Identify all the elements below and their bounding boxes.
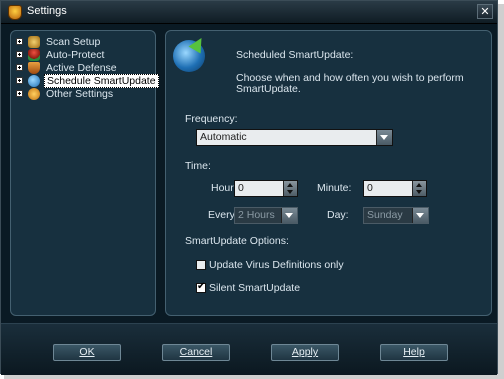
minute-stepper[interactable]: 0	[363, 180, 427, 197]
day-label: Day:	[327, 209, 349, 221]
sidebar-item-scan-setup[interactable]: Scan Setup	[16, 35, 102, 48]
other-settings-icon	[28, 87, 40, 100]
silent-smartupdate-checkbox[interactable]	[196, 281, 206, 293]
panel-heading: Scheduled SmartUpdate:	[236, 49, 354, 61]
sidebar-item-auto-protect[interactable]: Auto-Protect	[16, 48, 106, 61]
hour-value: 0	[238, 182, 244, 194]
every-dropdown[interactable]: 2 Hours	[234, 207, 298, 224]
sidebar-item-label: Other Settings	[46, 87, 114, 100]
minute-label: Minute:	[317, 182, 352, 194]
settings-tree: Scan Setup Auto-Protect Active Defense S…	[10, 30, 159, 316]
apply-button[interactable]: Apply	[271, 344, 339, 361]
auto-protect-icon	[28, 48, 40, 61]
sidebar-item-schedule-smartupdate[interactable]: Schedule SmartUpdate	[16, 73, 159, 88]
virus-defs-only-checkbox[interactable]	[196, 260, 206, 270]
panel-description-cont: SmartUpdate.	[236, 83, 301, 95]
frequency-value: Automatic	[200, 131, 247, 143]
sidebar-item-other-settings[interactable]: Other Settings	[16, 87, 115, 100]
scan-setup-icon	[28, 35, 40, 48]
sidebar-item-label: Auto-Protect	[46, 48, 105, 61]
sidebar-item-label: Active Defense	[46, 61, 117, 74]
smartupdate-settings-panel: Scheduled SmartUpdate: Choose when and h…	[165, 30, 492, 316]
title-bar[interactable]: Settings ✕	[1, 1, 497, 24]
sidebar-item-label: Schedule SmartUpdate	[44, 73, 159, 88]
time-label: Time:	[185, 160, 211, 172]
expand-icon[interactable]	[16, 51, 23, 58]
cancel-button[interactable]: Cancel	[162, 344, 230, 361]
settings-window: Settings ✕ Scan Setup Auto-Protect Activ…	[0, 0, 498, 375]
window-title: Settings	[27, 5, 67, 17]
app-shield-icon	[8, 5, 22, 20]
hour-label: Hour:	[211, 182, 237, 194]
expand-icon[interactable]	[16, 38, 23, 45]
frequency-label: Frequency:	[185, 113, 238, 125]
day-value: Sunday	[367, 209, 403, 221]
expand-icon[interactable]	[16, 64, 23, 71]
smartupdate-icon	[28, 74, 40, 87]
expand-icon[interactable]	[16, 77, 23, 84]
expand-icon[interactable]	[16, 90, 23, 97]
ok-button[interactable]: OK	[53, 344, 121, 361]
chevron-down-icon[interactable]	[281, 208, 297, 223]
spin-arrows-icon[interactable]	[412, 181, 426, 196]
virus-defs-only-label[interactable]: Update Virus Definitions only	[209, 259, 344, 271]
help-button[interactable]: Help	[380, 344, 448, 361]
sidebar-item-active-defense[interactable]: Active Defense	[16, 61, 119, 74]
hour-stepper[interactable]: 0	[234, 180, 298, 197]
minute-value: 0	[367, 182, 373, 194]
options-label: SmartUpdate Options:	[185, 235, 289, 247]
every-value: 2 Hours	[238, 209, 275, 221]
sidebar-item-label: Scan Setup	[46, 35, 101, 48]
button-bar: OK Cancel Apply Help	[1, 323, 497, 375]
active-defense-icon	[28, 61, 40, 74]
silent-smartupdate-label[interactable]: Silent SmartUpdate	[209, 282, 300, 294]
chevron-down-icon[interactable]	[412, 208, 428, 223]
chevron-down-icon[interactable]	[376, 130, 392, 145]
close-button[interactable]: ✕	[477, 4, 493, 19]
day-dropdown[interactable]: Sunday	[363, 207, 429, 224]
spin-arrows-icon[interactable]	[283, 181, 297, 196]
frequency-dropdown[interactable]: Automatic	[196, 129, 393, 146]
